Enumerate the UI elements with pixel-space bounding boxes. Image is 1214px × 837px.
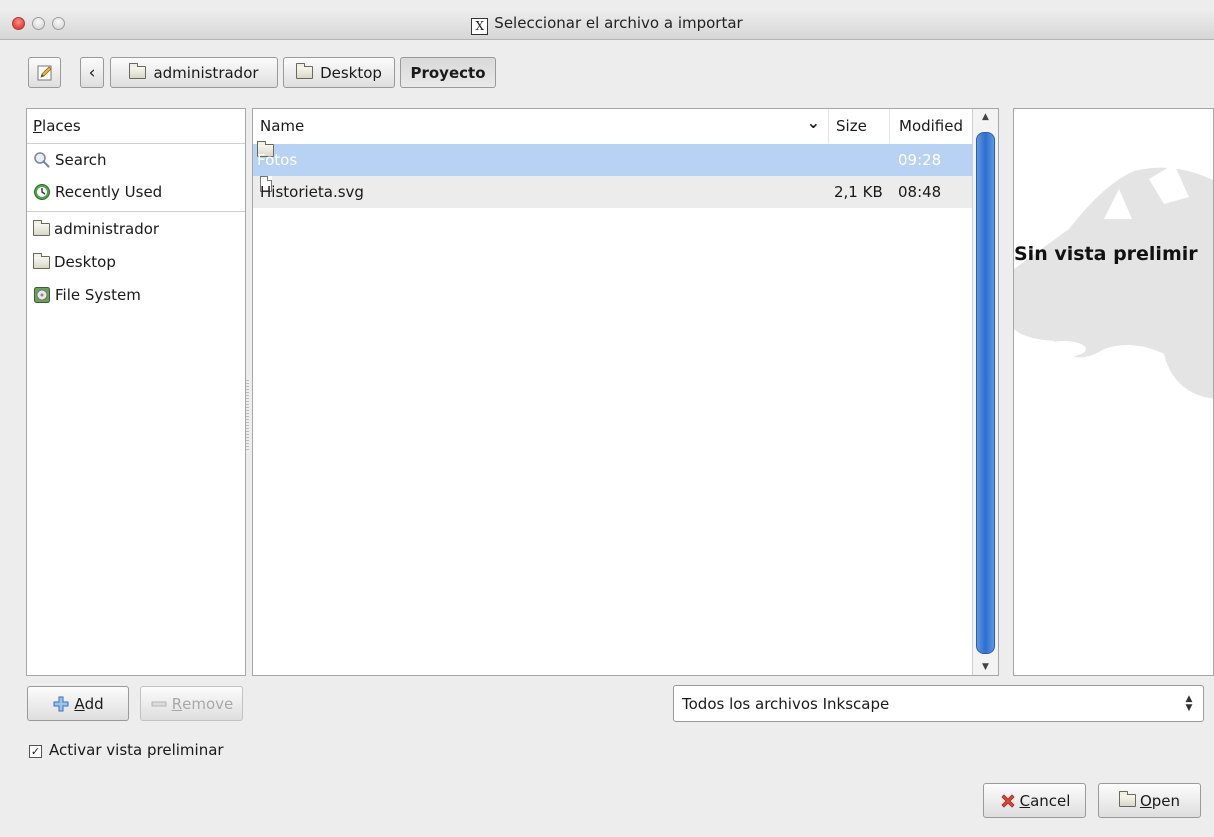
plus-icon — [53, 696, 69, 711]
file-size-cell: 2,1 KB — [834, 183, 883, 201]
minus-icon — [151, 701, 167, 706]
preview-checkbox-label: Activar vista preliminar — [49, 741, 224, 759]
column-modified-header[interactable]: Modified — [889, 109, 973, 143]
path-segment-label: administrador — [153, 63, 259, 82]
file-type-filter-select[interactable]: Todos los archivos Inkscape ▲ ▼ — [673, 685, 1204, 722]
file-list-pane: Name ⌄ Size Modified Fotos 09:28 Histori… — [252, 108, 999, 676]
preview-placeholder-text: Sin vista prelimir — [1014, 243, 1198, 265]
path-segment-proyecto[interactable]: Proyecto — [400, 57, 496, 88]
pencil-edit-icon — [37, 65, 52, 80]
path-back-button[interactable]: ‹ — [80, 57, 104, 88]
type-location-button[interactable] — [28, 57, 61, 88]
open-folder-icon — [1118, 791, 1136, 807]
preview-toggle[interactable]: ✓ Activar vista preliminar — [29, 741, 224, 759]
path-segment-label: Desktop — [320, 63, 382, 82]
folder-icon — [296, 63, 314, 79]
scroll-down-arrow-icon[interactable]: ▼ — [973, 662, 998, 672]
path-segment-administrador[interactable]: administrador — [110, 57, 278, 88]
column-name-header[interactable]: Name ⌄ — [253, 109, 828, 143]
clock-icon — [34, 184, 50, 200]
file-list-scrollbar[interactable]: ▲ ▼ — [972, 109, 998, 675]
file-row-fotos[interactable]: Fotos 09:28 — [253, 141, 973, 176]
place-label: Search — [55, 151, 107, 169]
remove-place-button[interactable]: Remove — [140, 686, 243, 721]
place-label: Desktop — [54, 253, 116, 271]
scroll-up-arrow-icon[interactable]: ▲ — [973, 112, 998, 122]
place-recently-used[interactable]: Recently Used — [27, 176, 245, 208]
sort-chevron-icon: ⌄ — [806, 113, 820, 132]
file-modified-cell: 09:28 — [898, 151, 942, 169]
path-segment-label: Proyecto — [410, 63, 486, 82]
open-button[interactable]: Open — [1098, 783, 1201, 818]
folder-icon — [33, 252, 50, 269]
window-title-wrap: X Seleccionar el archivo a importar — [0, 14, 1214, 35]
folder-icon — [129, 63, 147, 79]
filter-value: Todos los archivos Inkscape — [682, 695, 890, 713]
folder-icon — [33, 219, 50, 236]
updown-chevron-icon: ▲ ▼ — [1185, 694, 1193, 713]
column-size-header[interactable]: Size — [828, 109, 888, 143]
path-segment-desktop[interactable]: Desktop — [283, 57, 395, 88]
x11-icon: X — [471, 18, 489, 35]
places-header[interactable]: Places — [27, 109, 245, 144]
cancel-button[interactable]: Cancel — [983, 783, 1086, 818]
pane-resize-handle[interactable] — [246, 380, 249, 450]
file-modified-cell: 08:48 — [898, 183, 942, 201]
place-administrador[interactable]: administrador — [27, 213, 245, 245]
magnifier-icon — [34, 152, 50, 168]
place-label: Recently Used — [55, 183, 163, 201]
place-label: File System — [55, 286, 141, 304]
preview-pane: Sin vista prelimir — [1013, 108, 1214, 676]
drive-icon — [34, 287, 50, 303]
title-bar[interactable]: X Seleccionar el archivo a importar — [0, 8, 1214, 40]
scrollbar-thumb[interactable] — [976, 132, 995, 654]
place-desktop[interactable]: Desktop — [27, 246, 245, 278]
inkscape-logo-watermark-icon — [1014, 164, 1213, 399]
places-pane: Places Search Recently Used administrado… — [26, 108, 246, 676]
places-separator — [27, 211, 245, 212]
preview-checkbox[interactable]: ✓ — [29, 745, 42, 758]
window-title: Seleccionar el archivo a importar — [494, 14, 743, 32]
place-file-system[interactable]: File System — [27, 279, 245, 311]
add-place-button[interactable]: Add — [27, 686, 129, 721]
cancel-x-icon — [1001, 793, 1015, 808]
path-toolbar: ‹ administrador Desktop Proyecto — [0, 50, 1214, 90]
place-label: administrador — [54, 220, 160, 238]
file-dialog-window: X Seleccionar el archivo a importar ‹ adm… — [0, 0, 1214, 837]
file-row-historieta[interactable]: Historieta.svg 2,1 KB 08:48 — [253, 176, 973, 208]
place-search[interactable]: Search — [27, 144, 245, 176]
